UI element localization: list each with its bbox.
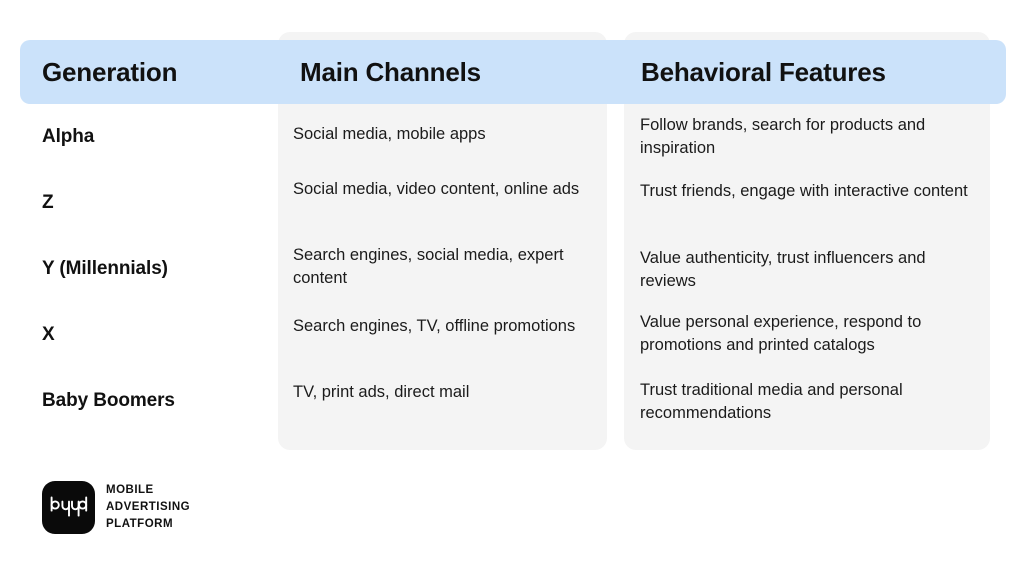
- cell-main-channels: Search engines, social media, expert con…: [293, 246, 564, 288]
- brand-logo: MOBILE ADVERTISING PLATFORM: [42, 481, 190, 534]
- table-row: Z Social media, video content, online ad…: [0, 170, 1024, 236]
- cell-generation: Z: [42, 192, 54, 213]
- logo-tagline-line-3: PLATFORM: [106, 517, 174, 530]
- cell-main-channels: Social media, video content, online ads: [293, 180, 580, 198]
- cell-generation: X: [42, 324, 55, 345]
- table-row: Baby Boomers TV, print ads, direct mail …: [0, 368, 1024, 434]
- table-row: X Search engines, TV, offline promotions…: [0, 302, 1024, 368]
- cell-main-channels: TV, print ads, direct mail: [293, 383, 470, 401]
- cell-behavioral-features: Follow brands, search for products and i…: [640, 116, 926, 158]
- cell-main-channels: Social media, mobile apps: [293, 125, 486, 143]
- logo-tagline-line-2: ADVERTISING: [106, 501, 191, 514]
- column-header-main-channels: Main Channels: [300, 56, 481, 87]
- cell-generation: Y (Millennials): [42, 258, 168, 279]
- column-header-generation: Generation: [42, 56, 178, 87]
- cell-main-channels: Search engines, TV, offline promotions: [293, 317, 576, 335]
- cell-behavioral-features: Value personal experience, respond to pr…: [640, 313, 922, 355]
- cell-behavioral-features: Trust traditional media and personal rec…: [640, 381, 903, 423]
- table-row: Y (Millennials) Search engines, social m…: [0, 236, 1024, 302]
- logo-tagline: MOBILE ADVERTISING PLATFORM: [106, 482, 190, 532]
- byyd-logo-icon: [42, 481, 95, 534]
- slide-canvas: Generation Main Channels Behavioral Feat…: [0, 0, 1024, 576]
- cell-generation: Alpha: [42, 126, 95, 147]
- cell-behavioral-features: Value authenticity, trust influencers an…: [640, 249, 926, 291]
- cell-generation: Baby Boomers: [42, 390, 175, 411]
- table-row: Alpha Social media, mobile apps Follow b…: [0, 104, 1024, 170]
- logo-tagline-line-1: MOBILE: [106, 484, 154, 497]
- column-header-behavioral-features: Behavioral Features: [641, 56, 886, 87]
- cell-behavioral-features: Trust friends, engage with interactive c…: [640, 182, 968, 200]
- table-body: Alpha Social media, mobile apps Follow b…: [0, 104, 1024, 434]
